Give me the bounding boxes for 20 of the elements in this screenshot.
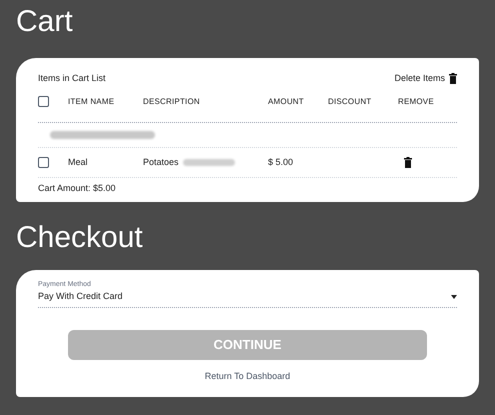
column-header: DESCRIPTION (143, 96, 201, 108)
table-cell-text: Meal (68, 156, 89, 168)
return-to-dashboard-link[interactable]: Return To Dashboard (204, 370, 290, 383)
row-checkbox[interactable] (38, 156, 49, 168)
delete-items-button[interactable]: Delete Items (394, 72, 457, 86)
checkout-heading: Checkout (16, 220, 143, 256)
table-cell-text: $ 5.00 (268, 156, 294, 168)
trash-icon[interactable] (449, 73, 457, 84)
column-header: DISCOUNT (328, 96, 372, 108)
cart-heading: Cart (16, 4, 73, 40)
trash-icon[interactable] (404, 156, 412, 168)
column-header: ITEM NAME (68, 96, 116, 108)
select-all-checkbox[interactable] (38, 96, 49, 107)
cart-total: Cart Amount: $5.00 (38, 182, 117, 195)
column-header: REMOVE (398, 96, 435, 108)
column-header: AMOUNT (268, 96, 305, 108)
table-cell-text: Potatoes (143, 156, 179, 168)
list-title: Items in Cart List (38, 72, 106, 85)
dropdown-caret-icon (451, 294, 457, 299)
blurred-text (182, 158, 235, 166)
